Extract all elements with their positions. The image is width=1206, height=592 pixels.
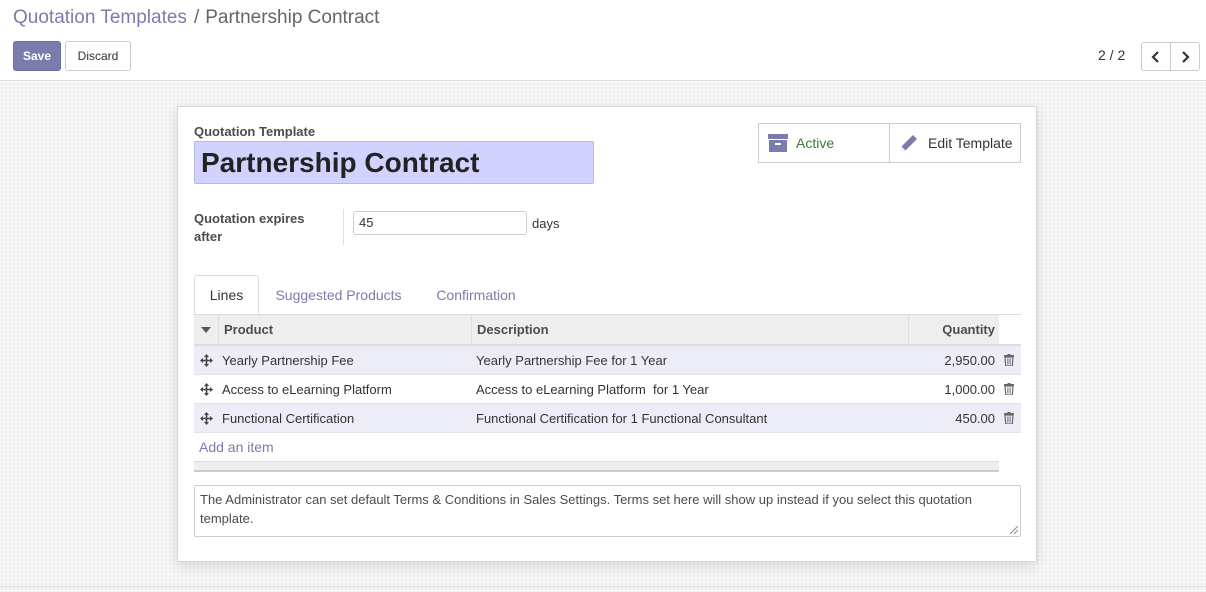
header-quantity[interactable]: Quantity [908, 315, 999, 344]
breadcrumb: Quotation Templates / Partnership Contract [13, 7, 379, 29]
resize-handle-icon[interactable] [1010, 526, 1018, 534]
template-name-label: Quotation Template [194, 124, 316, 139]
row-product: Access to eLearning Platform [222, 381, 392, 397]
add-item-row: Add an item [194, 433, 1021, 461]
pager-previous-button[interactable] [1141, 42, 1171, 71]
row-quantity: 450.00 [955, 410, 995, 426]
header-trash-spacer [999, 315, 1021, 344]
row-product: Yearly Partnership Fee [222, 352, 354, 368]
edit-template-label: Edit Template [928, 135, 1013, 151]
discard-button[interactable]: Discard [65, 41, 131, 71]
pencil-icon [901, 135, 917, 151]
drag-handle-icon[interactable] [194, 346, 218, 374]
tab-lines[interactable]: Lines [194, 275, 259, 315]
table-row[interactable]: Functional Certification Functional Cert… [194, 404, 1021, 433]
column-toggle[interactable] [194, 315, 218, 344]
edit-template-button[interactable]: Edit Template [890, 124, 1020, 162]
bottom-divider [0, 586, 1206, 587]
trash-icon[interactable] [1002, 375, 1016, 403]
expires-unit: days [532, 216, 560, 231]
save-button[interactable]: Save [13, 41, 61, 71]
chevron-left-icon [1151, 50, 1159, 63]
breadcrumb-current: Partnership Contract [205, 7, 380, 28]
drag-handle-icon[interactable] [194, 404, 218, 432]
terms-note-textarea[interactable]: The Administrator can set default Terms … [194, 485, 1021, 537]
header-product[interactable]: Product [218, 315, 471, 344]
template-name-input[interactable]: Partnership Contract [194, 141, 594, 184]
table-row[interactable]: Access to eLearning Platform Access to e… [194, 375, 1021, 404]
row-description: Yearly Partnership Fee for 1 Year [476, 352, 668, 368]
archive-icon [768, 134, 788, 152]
smart-button-box: Active Edit Template [758, 123, 1021, 163]
trash-icon[interactable] [1002, 346, 1016, 374]
breadcrumb-parent-link[interactable]: Quotation Templates [13, 7, 187, 28]
terms-note-text: The Administrator can set default Terms … [200, 492, 972, 526]
table-footer [194, 461, 999, 472]
table-row[interactable]: Yearly Partnership Fee Yearly Partnershi… [194, 346, 1021, 375]
tab-suggested-products[interactable]: Suggested Products [267, 275, 410, 315]
form-sheet: Quotation Template Partnership Contract … [177, 106, 1037, 562]
active-toggle-button[interactable]: Active [759, 124, 890, 162]
row-quantity: 2,950.00 [944, 352, 995, 368]
trash-icon[interactable] [1002, 404, 1016, 432]
expires-days-input[interactable]: 45 [353, 211, 527, 235]
notebook-tabs: Lines Suggested Products Confirmation [194, 275, 1021, 315]
control-panel: Quotation Templates / Partnership Contract… [0, 0, 1206, 81]
pager-value[interactable]: 2 / 2 [1098, 47, 1125, 63]
row-description: Functional Certification for 1 Functiona… [476, 410, 768, 426]
row-product: Functional Certification [222, 410, 355, 426]
lines-table: Product Description Quantity Yearly Part… [194, 314, 1021, 472]
row-quantity: 1,000.00 [944, 381, 995, 397]
header-description[interactable]: Description [471, 315, 908, 344]
row-description: Access to eLearning Platform for 1 Year [476, 381, 709, 397]
tab-confirmation[interactable]: Confirmation [422, 275, 530, 315]
pager-next-button[interactable] [1170, 42, 1200, 71]
field-separator [343, 209, 344, 245]
active-label: Active [796, 135, 835, 151]
drag-handle-icon[interactable] [194, 375, 218, 403]
breadcrumb-separator: / [193, 7, 200, 28]
table-header: Product Description Quantity [194, 315, 1021, 346]
expires-label: Quotation expires after [194, 211, 305, 244]
caret-down-icon [201, 326, 211, 333]
add-item-link[interactable]: Add an item [199, 439, 274, 455]
chevron-right-icon [1182, 50, 1190, 63]
